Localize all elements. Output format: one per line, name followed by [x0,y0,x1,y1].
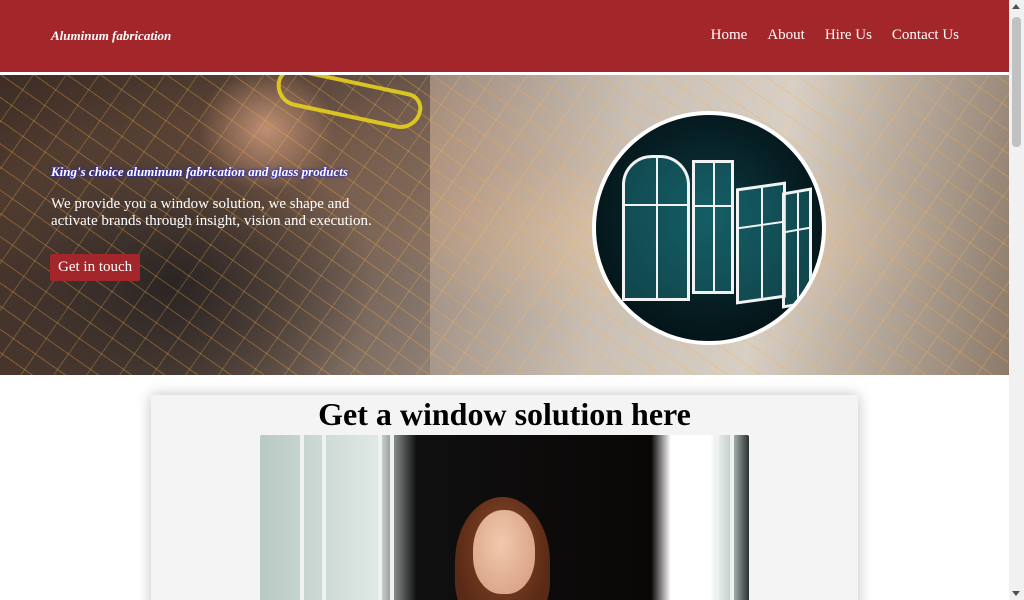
nav-hire-us-link[interactable]: Hire Us [825,27,872,44]
window-graphic [736,181,786,305]
woman-face-graphic [473,510,535,594]
nav-contact-us-link[interactable]: Contact Us [892,27,959,44]
page: Aluminum fabrication Home About Hire Us … [0,0,1009,600]
brand-logo-text[interactable]: Aluminum fabrication [51,28,171,44]
window-frame [378,435,382,600]
nav-home-link[interactable]: Home [711,27,748,44]
window-graphic [622,155,690,301]
window-frame [715,435,719,600]
window-frame [390,435,394,600]
window-graphic [782,187,812,309]
windows-showcase-image [592,111,826,345]
nav-about-link[interactable]: About [767,27,805,44]
window-frame [322,435,326,600]
window-frame [300,435,304,600]
scroll-down-arrow-icon[interactable] [1012,591,1020,596]
woman-at-window-photo [260,435,749,600]
window-graphic [692,160,734,294]
scrollbar-thumb[interactable] [1012,17,1021,147]
get-in-touch-button[interactable]: Get in touch [50,254,141,281]
hero-description: We provide you a window solution, we sha… [51,196,372,229]
page-scrollbar[interactable] [1009,0,1024,600]
window-frame [730,435,734,600]
scroll-up-arrow-icon[interactable] [1012,4,1020,9]
hero-tagline: King's choice aluminum fabrication and g… [51,164,348,179]
main-nav: Home About Hire Us Contact Us [711,27,959,44]
window-solution-card: Get a window solution here [151,395,858,600]
section-title: Get a window solution here [318,396,691,432]
site-header: Aluminum fabrication Home About Hire Us … [0,0,1009,72]
hero-banner: King's choice aluminum fabrication and g… [0,75,1009,375]
